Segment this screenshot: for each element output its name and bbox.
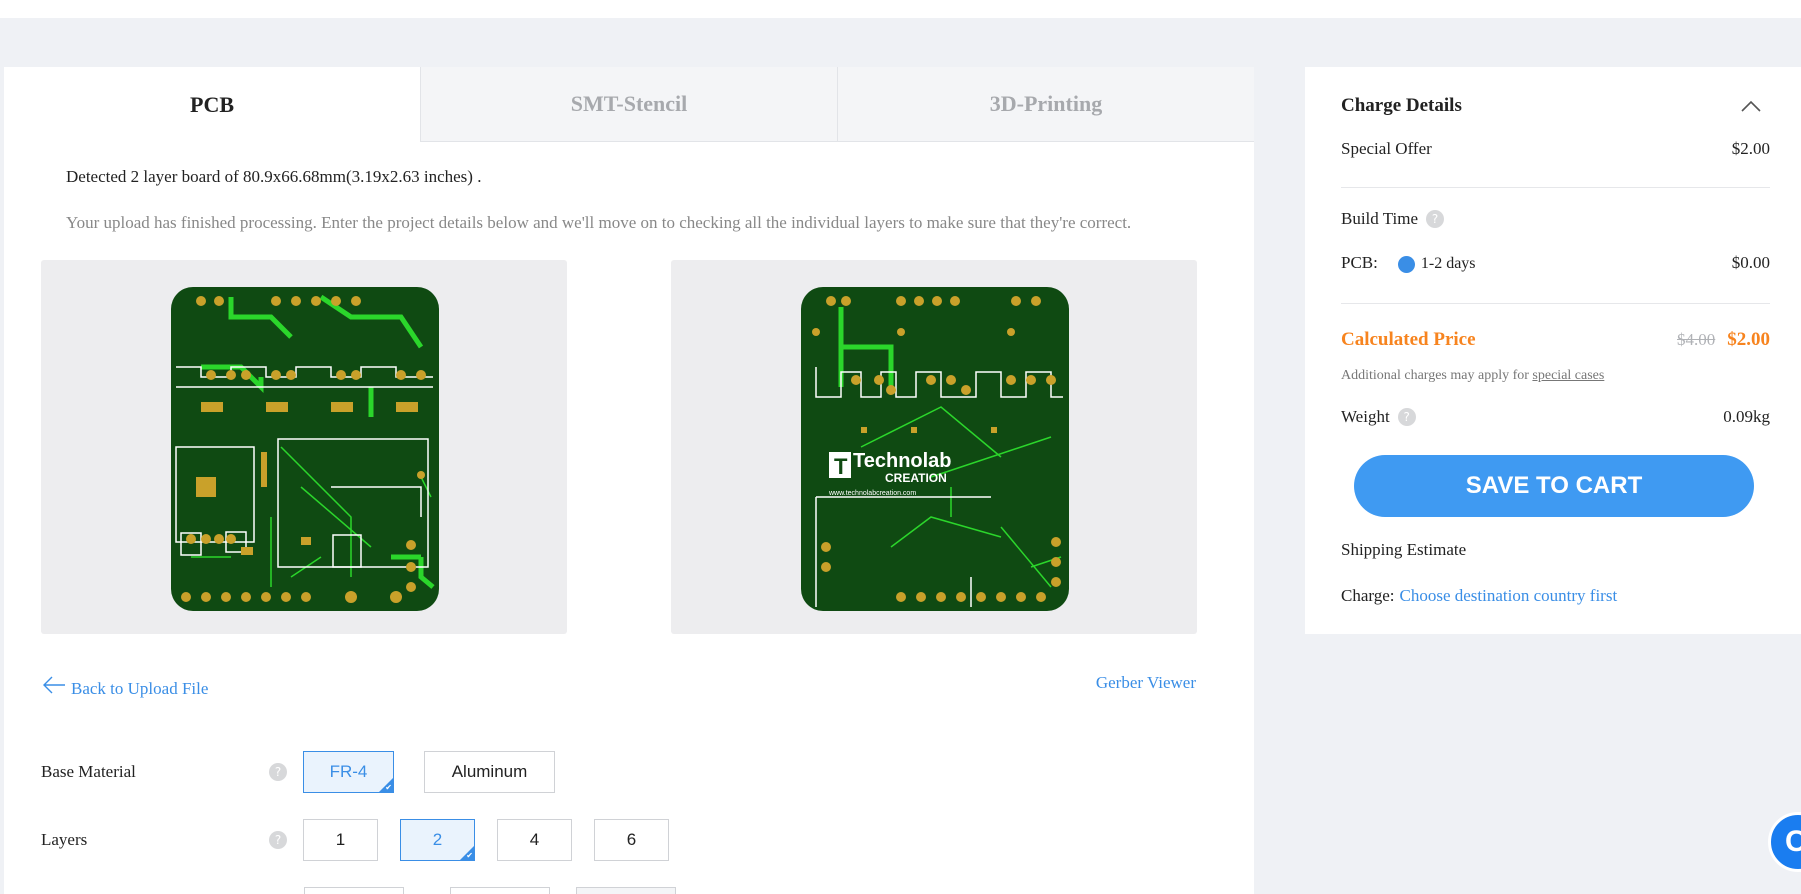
next-row-option[interactable]: [304, 887, 404, 894]
board-logo-sub: CREATION: [885, 471, 947, 485]
tab-smt-stencil[interactable]: SMT-Stencil: [420, 67, 837, 142]
tab-3d-printing[interactable]: 3D-Printing: [837, 67, 1254, 142]
shipping-estimate-label: Shipping Estimate: [1341, 540, 1467, 559]
calculated-price-row: Calculated Price $4.00 $2.00: [1341, 329, 1770, 351]
tab-bar: PCB SMT-Stencil 3D-Printing: [4, 67, 1254, 142]
build-time-label: Build Time: [1341, 209, 1419, 228]
layers-option-2-label: 2: [432, 830, 443, 849]
layers-label-wrap: Layers ?: [41, 819, 287, 861]
pcb-build-time-group: PCB: 1-2 days: [1341, 253, 1476, 273]
pcb-top-preview: [41, 260, 567, 634]
divider: [1341, 187, 1770, 188]
next-row-option[interactable]: [450, 887, 550, 894]
special-offer-label: Special Offer: [1341, 139, 1432, 158]
layers-option-6[interactable]: 6: [594, 819, 669, 861]
special-cases-link[interactable]: special cases: [1532, 368, 1604, 383]
board-logo-brand: Technolab: [853, 450, 952, 472]
charge-label: Charge:: [1341, 586, 1395, 605]
choose-country-link[interactable]: Choose destination country first: [1400, 586, 1618, 606]
chat-icon[interactable]: C: [1768, 812, 1801, 872]
layers-option-1-label: 1: [335, 830, 346, 849]
back-to-upload-label: Back to Upload File: [71, 679, 209, 698]
old-price: $4.00: [1677, 330, 1716, 349]
top-bar: [0, 0, 1801, 18]
fr4-label: FR-4: [329, 762, 368, 781]
weight-label-group: Weight ?: [1341, 407, 1416, 427]
charge-details-title: Charge Details: [1341, 95, 1462, 116]
checkmark-icon: ✔: [385, 783, 392, 792]
build-time-row: Build Time ?: [1341, 209, 1770, 229]
additional-charges-note: Additional charges may apply for special…: [1341, 368, 1604, 384]
base-material-aluminum-option[interactable]: Aluminum: [424, 751, 555, 793]
base-material-label-wrap: Base Material ?: [41, 751, 287, 793]
layers-options: 1 2 ✔ 4 6: [303, 819, 669, 861]
weight-value: 0.09kg: [1723, 407, 1770, 426]
layers-option-4-label: 4: [529, 830, 540, 849]
pcb-label: PCB:: [1341, 253, 1378, 272]
special-offer-row: Special Offer $2.00: [1341, 139, 1770, 159]
help-icon[interactable]: ?: [269, 831, 287, 849]
special-offer-value: $2.00: [1731, 139, 1770, 158]
back-to-upload-link[interactable]: Back to Upload File: [41, 675, 208, 699]
base-material-row: Base Material ? FR-4 ✔ Aluminum: [41, 751, 555, 793]
next-row-option[interactable]: [576, 887, 676, 894]
weight-row: Weight ? 0.09kg: [1341, 407, 1770, 427]
layers-option-2[interactable]: 2 ✔: [400, 819, 475, 861]
arrow-left-icon: [43, 676, 65, 694]
shipping-charge-row: Charge: Choose destination country first: [1341, 586, 1770, 606]
note-prefix: Additional charges may apply for: [1341, 368, 1533, 383]
save-to-cart-button[interactable]: SAVE TO CART: [1354, 455, 1754, 517]
base-material-options: FR-4 ✔ Aluminum: [303, 751, 555, 793]
svg-text:T: T: [834, 454, 848, 479]
chevron-up-icon[interactable]: [1741, 99, 1761, 113]
main-panel: PCB SMT-Stencil 3D-Printing Detected 2 l…: [4, 67, 1254, 894]
price-group: $4.00 $2.00: [1677, 329, 1770, 351]
base-material-fr4-option[interactable]: FR-4 ✔: [303, 751, 394, 793]
pcb-build-value: $0.00: [1731, 253, 1770, 272]
shipping-estimate-row: Shipping Estimate: [1341, 540, 1770, 560]
layers-option-4[interactable]: 4: [497, 819, 572, 861]
layers-option-1[interactable]: 1: [303, 819, 378, 861]
aluminum-label: Aluminum: [451, 762, 528, 781]
tab-pcb[interactable]: PCB: [4, 67, 420, 142]
base-material-label: Base Material: [41, 762, 136, 781]
new-price: $2.00: [1727, 329, 1770, 350]
pcb-bottom-preview: T Technolab CREATION www.technolabcreati…: [671, 260, 1197, 634]
pcb-build-option: 1-2 days: [1420, 255, 1476, 272]
layers-label: Layers: [41, 830, 88, 849]
processing-info-text: Your upload has finished processing. Ent…: [66, 213, 1132, 232]
pcb-build-time-row: PCB: 1-2 days $0.00: [1341, 253, 1770, 273]
pcb-bottom-image: T Technolab CREATION www.technolabcreati…: [801, 287, 1069, 611]
detected-board-text: Detected 2 layer board of 80.9x66.68mm(3…: [66, 167, 482, 186]
help-icon[interactable]: ?: [1397, 408, 1416, 426]
board-logo-url: www.technolabcreation.com: [828, 490, 916, 497]
weight-label: Weight: [1341, 407, 1390, 426]
pcb-top-image: [171, 287, 439, 611]
calculated-price-label: Calculated Price: [1341, 329, 1476, 350]
help-icon[interactable]: ?: [269, 763, 287, 781]
divider: [1341, 303, 1770, 304]
radio-selected-icon[interactable]: [1397, 255, 1415, 273]
layers-row: Layers ? 1 2 ✔ 4 6: [41, 819, 669, 861]
charge-details-panel: Charge Details Special Offer $2.00 Build…: [1305, 67, 1801, 634]
gerber-viewer-link[interactable]: Gerber Viewer: [1096, 673, 1196, 693]
layers-option-6-label: 6: [626, 830, 637, 849]
help-icon[interactable]: ?: [1426, 210, 1445, 228]
checkmark-icon: ✔: [466, 851, 473, 860]
